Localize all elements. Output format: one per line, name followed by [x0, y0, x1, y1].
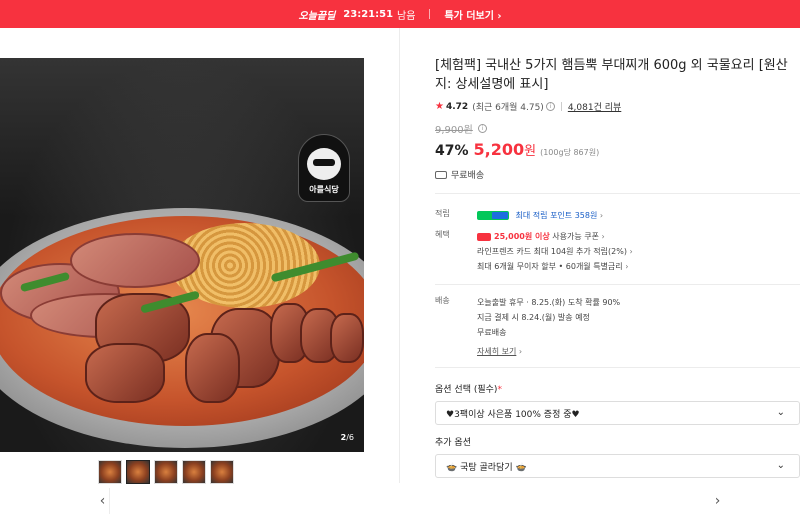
required-mark: * [497, 385, 502, 395]
chevron-right-icon[interactable]: › [535, 488, 800, 514]
delivery-line-2: 지금 결제 시 8.24.(월) 발송 예정 [477, 313, 590, 322]
option-select-label-text: 옵션 선택 (필수) [435, 385, 498, 395]
rating-recent: (최근 6개월 4.75) [472, 103, 544, 113]
original-price-row: 9,900원 i [435, 121, 800, 136]
option-select-value: ♥3팩이상 사은품 100% 증정 중♥ [446, 409, 580, 420]
deal-brand: 오늘끝딜 [298, 10, 336, 22]
delivery-section: 배송 오늘출발 휴무 · 8.25.(화) 도착 확률 90% 지금 결제 시 … [435, 295, 800, 359]
delivery-detail-text: 자세히 보기 [477, 347, 517, 356]
card-benefit-text: 라인프렌즈 카드 최대 104원 추가 적립(2%) [477, 247, 627, 256]
section-divider [435, 367, 800, 368]
sale-price: 5,200 [473, 140, 525, 159]
unit-price: (100g당 867원) [540, 148, 600, 157]
thumbnail-5[interactable] [210, 460, 234, 484]
extra-option-select[interactable]: 🍲 국탕 골라담기 🍲 ⌄ [435, 454, 800, 478]
section-divider [435, 193, 800, 194]
chevron-left-icon[interactable]: ‹ [96, 488, 110, 514]
shipping-text: 무료배송 [451, 171, 485, 181]
installment-link[interactable]: 최대 6개월 무이자 할부 • 60개월 특별금리 › [477, 259, 800, 274]
extra-option-value: 🍲 국탕 골라담기 🍲 [446, 462, 527, 473]
banner-divider [429, 9, 431, 19]
product-info-panel: [체험팩] 국내산 5가지 햄듬뿍 부대찌개 600g 외 국물요리 [원산지:… [435, 28, 800, 478]
delivery-content: 오늘출발 휴무 · 8.25.(화) 도착 확률 90% 지금 결제 시 8.2… [477, 295, 800, 359]
coupon-amount: 25,000원 이상 [494, 232, 550, 241]
more-deals-link[interactable]: 특가 더보기 › [444, 7, 501, 22]
chevron-right-icon: › [518, 347, 523, 356]
option-select-label: 옵션 선택 (필수)* [435, 382, 800, 395]
points-link[interactable]: 최대 적립 포인트 358원 › [477, 208, 800, 223]
chevron-right-icon: › [629, 247, 633, 256]
store-logo: 아를식당 [298, 134, 350, 202]
thumbnail-2[interactable] [126, 460, 150, 484]
card-benefit-link[interactable]: 라인프렌즈 카드 최대 104원 추가 적립(2%) › [477, 244, 800, 259]
benefits-content: 25,000원 이상 사용가능 쿠폰 › 라인프렌즈 카드 최대 104원 추가… [477, 229, 800, 274]
star-icon: ★ [435, 101, 444, 112]
coupon-link[interactable]: 25,000원 이상 사용가능 쿠폰 › [477, 229, 800, 244]
gallery-panel: 아를식당 2/6 ‹ › [0, 28, 720, 514]
thumbnail-3[interactable] [154, 460, 178, 484]
discount-rate: 47% [435, 143, 469, 159]
sausage-slice [185, 333, 240, 403]
section-divider [435, 284, 800, 285]
delivery-line-3: 무료배송 [477, 328, 507, 337]
rating-divider [560, 102, 562, 111]
thumbnail-4[interactable] [182, 460, 206, 484]
installment-text: 최대 6개월 무이자 할부 • 60개월 특별금리 [477, 262, 623, 271]
price-row: 47% 5,200 원 (100g당 867원) [435, 140, 800, 159]
sausage-slice [85, 343, 165, 403]
chevron-down-icon: ⌄ [776, 460, 785, 471]
product-image[interactable]: 아를식당 2/6 [0, 58, 364, 452]
points-content: 최대 적립 포인트 358원 › [477, 208, 800, 223]
image-counter: 2/6 [341, 433, 354, 442]
deal-timer-suffix: 남음 [397, 10, 416, 22]
chevron-right-icon: › [625, 262, 629, 271]
product-title: [체험팩] 국내산 5가지 햄듬뿍 부대찌개 600g 외 국물요리 [원산지:… [435, 58, 788, 92]
naver-point-badge-icon [477, 211, 509, 220]
shipping-row: 무료배송 [435, 168, 800, 181]
deal-timer: 23:21:51 [343, 8, 394, 20]
thumbnail-1[interactable] [98, 460, 122, 484]
chevron-right-icon: › [601, 232, 605, 241]
chevron-right-icon: › [599, 211, 604, 220]
delivery-line-1: 오늘출발 휴무 · 8.25.(화) 도착 확률 90% [477, 298, 621, 307]
delivery-label: 배송 [435, 296, 450, 305]
points-label: 적립 [435, 209, 450, 218]
coupon-text: 사용가능 쿠폰 [549, 232, 599, 241]
rating-score: 4.72 [445, 101, 469, 112]
rating-row: ★ 4.72 (최근 6개월 4.75) i 4,081건 리뷰 [435, 100, 800, 113]
logo-name: 아를식당 [309, 185, 339, 194]
deal-banner[interactable]: 오늘끝딜 23:21:51 남음 특가 더보기 › [0, 0, 800, 28]
benefits-section: 혜택 25,000원 이상 사용가능 쿠폰 › 라인프렌즈 카드 최대 104원… [435, 229, 800, 274]
thumbnail-strip: ‹ › [96, 460, 720, 514]
price-info-icon[interactable]: i [477, 124, 487, 133]
ham-slice [70, 233, 200, 288]
reviews-link[interactable]: 4,081건 리뷰 [568, 100, 621, 113]
benefits-label: 혜택 [435, 230, 450, 239]
coupon-badge-icon [477, 232, 491, 241]
extra-option-label: 추가 옵션 [435, 438, 471, 448]
info-icon[interactable]: i [545, 102, 555, 111]
delivery-detail-link[interactable]: 자세히 보기 › [477, 344, 800, 359]
truck-icon [435, 170, 447, 179]
price-currency: 원 [524, 144, 537, 159]
points-text: 최대 적립 포인트 358원 [515, 211, 598, 220]
sausage-slice [330, 313, 364, 363]
original-price: 9,900원 [435, 125, 473, 136]
logo-face-icon [307, 148, 341, 180]
option-select[interactable]: ♥3팩이상 사은품 100% 증정 중♥ ⌄ [435, 401, 800, 425]
points-section: 적립 최대 적립 포인트 358원 › [435, 208, 800, 223]
chevron-down-icon: ⌄ [776, 407, 785, 418]
image-counter-total: /6 [346, 433, 354, 442]
